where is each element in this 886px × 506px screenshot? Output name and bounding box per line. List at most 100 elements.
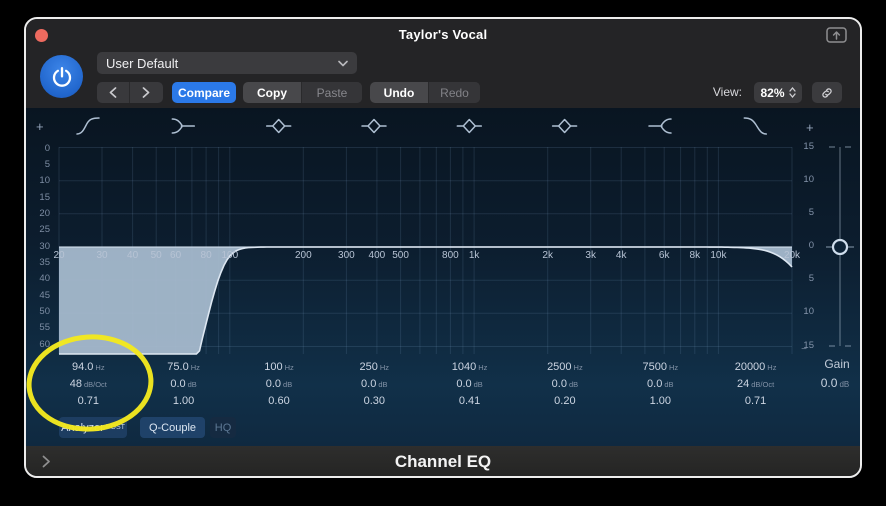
analyzer-axis-label: 20 xyxy=(26,208,50,219)
band-5-gain-slope[interactable]: 0.0dB xyxy=(422,377,518,391)
band-4-frequency[interactable]: 250Hz xyxy=(326,360,422,374)
band-6-q[interactable]: 0.20 xyxy=(517,394,613,408)
plugin-header: Taylor's Vocal User Default xyxy=(26,19,860,108)
freq-tick-label: 300 xyxy=(338,250,355,261)
undo-button[interactable]: Undo xyxy=(370,82,428,103)
analyzer-axis-label: 60 xyxy=(26,339,50,350)
stepper-arrows-icon xyxy=(789,87,796,98)
gain-axis-label: 5 xyxy=(790,207,814,218)
band-6-gain-slope[interactable]: 0.0dB xyxy=(517,377,613,391)
chevron-down-icon xyxy=(338,60,348,67)
analyzer-axis-label: 45 xyxy=(26,290,50,301)
band-7-gain-slope[interactable]: 0.0dB xyxy=(612,377,708,391)
band-2-q[interactable]: 1.00 xyxy=(136,394,232,408)
band-3-q[interactable]: 0.60 xyxy=(231,394,327,408)
band-5-q[interactable]: 0.41 xyxy=(422,394,518,408)
analyzer-axis-label: 15 xyxy=(26,192,50,203)
freq-tick-label: 800 xyxy=(442,250,459,261)
freq-tick-label: 20k xyxy=(784,250,800,261)
band-4-gain-slope[interactable]: 0.0dB xyxy=(326,377,422,391)
band-4-q[interactable]: 0.30 xyxy=(326,394,422,408)
prev-preset-button[interactable] xyxy=(97,82,129,103)
freq-tick-label: 4k xyxy=(616,250,627,261)
band-1-q[interactable]: 0.71 xyxy=(40,394,136,408)
freq-tick-label: 2k xyxy=(542,250,553,261)
band-6-frequency[interactable]: 2500Hz xyxy=(517,360,613,374)
gain-axis-label: 0 xyxy=(790,240,814,251)
band-8-frequency[interactable]: 20000Hz xyxy=(708,360,804,374)
view-zoom-stepper[interactable]: 82% xyxy=(754,82,802,103)
analyzer-axis-label: 5 xyxy=(26,159,50,170)
freq-tick-label: 100 xyxy=(221,250,238,261)
left-axis-plus-button[interactable]: + xyxy=(36,119,44,134)
freq-tick-label: 3k xyxy=(585,250,596,261)
freq-tick-label: 10k xyxy=(710,250,726,261)
band-2-gain-slope[interactable]: 0.0dB xyxy=(136,377,232,391)
plugin-name: Channel EQ xyxy=(395,452,491,472)
compare-button[interactable]: Compare xyxy=(172,82,236,103)
copy-paste-control: Copy Paste xyxy=(243,82,362,103)
freq-tick-label: 6k xyxy=(659,250,670,261)
freq-tick-label: 50 xyxy=(151,250,162,261)
analyzer-toggle[interactable]: AnalyzerPOST xyxy=(59,417,127,438)
freq-tick-label: 400 xyxy=(369,250,386,261)
band-8-gain-slope[interactable]: 24dB/Oct xyxy=(708,377,804,391)
screen-background: 2030405060801002003004005008001k2k3k4k6k… xyxy=(0,0,886,506)
window-mode-icon[interactable] xyxy=(826,27,847,43)
freq-tick-label: 8k xyxy=(690,250,701,261)
window-title: Taylor's Vocal xyxy=(26,27,860,42)
analyzer-axis-label: 50 xyxy=(26,306,50,317)
analyzer-axis-label: 0 xyxy=(26,143,50,154)
band-7-q[interactable]: 1.00 xyxy=(612,394,708,408)
preset-dropdown[interactable]: User Default xyxy=(97,52,357,74)
freq-tick-label: 80 xyxy=(201,250,212,261)
band-3-gain-slope[interactable]: 0.0dB xyxy=(231,377,327,391)
band-8-q[interactable]: 0.71 xyxy=(708,394,804,408)
band-1-frequency[interactable]: 94.0Hz xyxy=(40,360,136,374)
analyzer-axis-label: 40 xyxy=(26,273,50,284)
bottom-bar: Channel EQ xyxy=(26,446,860,478)
gain-axis-label: 5 xyxy=(790,273,814,284)
view-zoom-value: 82% xyxy=(760,86,784,100)
analyzer-axis-label: 30 xyxy=(26,241,50,252)
band-5-frequency[interactable]: 1040Hz xyxy=(422,360,518,374)
q-couple-toggle[interactable]: Q-Couple xyxy=(140,417,205,438)
freq-tick-label: 20 xyxy=(53,250,64,261)
next-preset-button[interactable] xyxy=(130,82,162,103)
analyzer-label: Analyzer xyxy=(61,422,104,434)
analyzer-axis-label: 55 xyxy=(26,322,50,333)
analyzer-axis-label: 25 xyxy=(26,224,50,235)
preset-nav xyxy=(97,82,163,103)
band-2-frequency[interactable]: 75.0Hz xyxy=(136,360,232,374)
freq-tick-label: 200 xyxy=(295,250,312,261)
freq-tick-label: 30 xyxy=(96,250,107,261)
gain-axis-label: 15 xyxy=(790,340,814,351)
link-icon xyxy=(820,86,834,100)
undo-redo-control: Undo Redo xyxy=(370,82,480,103)
copy-button[interactable]: Copy xyxy=(243,82,301,103)
analyzer-axis-label: 35 xyxy=(26,257,50,268)
band-7-frequency[interactable]: 7500Hz xyxy=(612,360,708,374)
paste-button[interactable]: Paste xyxy=(302,82,362,103)
analyzer-post-label: POST xyxy=(106,424,125,431)
power-icon xyxy=(50,65,74,89)
freq-tick-label: 60 xyxy=(170,250,181,261)
gain-axis-label: 10 xyxy=(790,306,814,317)
band-3-frequency[interactable]: 100Hz xyxy=(231,360,327,374)
freq-tick-label: 1k xyxy=(469,250,480,261)
preset-value: User Default xyxy=(106,56,338,71)
redo-button[interactable]: Redo xyxy=(429,82,480,103)
link-button[interactable] xyxy=(812,82,842,103)
analyzer-axis-label: 10 xyxy=(26,175,50,186)
view-label: View: xyxy=(690,85,742,99)
gain-axis-label: 10 xyxy=(790,174,814,185)
right-axis-plus-button[interactable]: + xyxy=(806,120,814,135)
freq-tick-label: 500 xyxy=(392,250,409,261)
plugin-window: 2030405060801002003004005008001k2k3k4k6k… xyxy=(24,17,862,478)
gain-axis-label: 15 xyxy=(790,141,814,152)
expand-chevron-icon[interactable] xyxy=(42,455,51,468)
hq-toggle[interactable]: HQ xyxy=(210,417,236,438)
power-button[interactable] xyxy=(40,55,83,98)
freq-tick-label: 40 xyxy=(127,250,138,261)
band-1-gain-slope[interactable]: 48dB/Oct xyxy=(40,377,136,391)
